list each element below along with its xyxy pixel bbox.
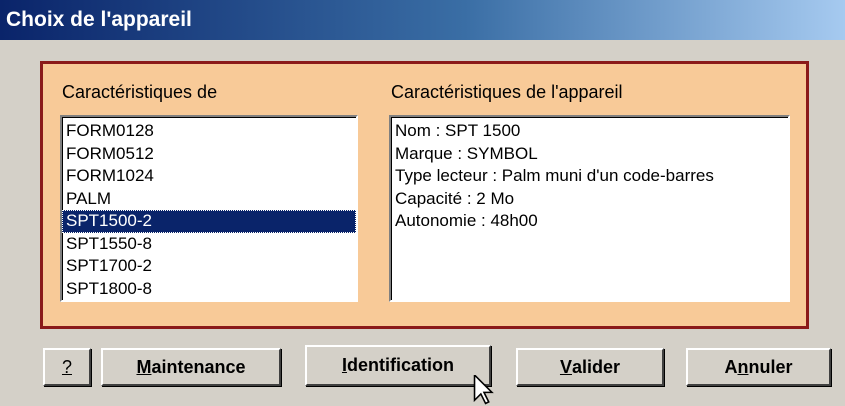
device-list-label: Caractéristiques de — [62, 82, 218, 102]
help-button[interactable]: ? — [43, 348, 91, 386]
device-list-item[interactable]: PALM — [62, 188, 356, 211]
device-detail-line: Type lecteur : Palm muni d'un code-barre… — [395, 166, 714, 185]
device-listbox[interactable]: FORM0128 FORM0512 FORM1024 PALM SPT1500-2 SPT… — [60, 115, 358, 302]
arrow-cursor-icon — [473, 375, 494, 405]
valider-label: alider — [571, 356, 621, 377]
annuler-prefix: A — [724, 356, 738, 377]
device-detail-line: Autonomie : 48h00 — [395, 211, 538, 230]
maintenance-label: aintenance — [151, 356, 246, 377]
identification-button[interactable]: Identification — [305, 345, 491, 386]
valider-accel: V — [559, 356, 572, 377]
device-list-item[interactable]: SPT1550-8 — [62, 233, 356, 256]
window-title: Choix de l'appareil — [6, 8, 192, 31]
device-list-item[interactable]: FORM1024 — [62, 165, 356, 188]
device-list-item[interactable]: SPT1700-2 — [62, 255, 356, 278]
device-list-item[interactable]: FORM0128 — [62, 120, 356, 143]
device-details-box: Nom : SPT 1500 Marque : SYMBOL Type lecteu… — [389, 115, 790, 302]
device-detail-line: Capacité : 2 Mo — [395, 188, 515, 208]
device-list-item[interactable]: SPT1800-8 — [62, 278, 356, 301]
device-detail-line: Nom : SPT 1500 — [395, 121, 521, 140]
annuler-accel: n — [737, 356, 749, 377]
maintenance-accel: M — [136, 356, 152, 377]
title-bar: Choix de l'appareil — [0, 0, 845, 40]
identification-label: dentification — [347, 355, 454, 375]
device-details-label: Caractéristiques de l'appareil — [391, 82, 623, 102]
device-list-item[interactable]: FORM0512 — [62, 143, 356, 166]
help-button-label: ? — [61, 356, 72, 377]
annuler-label: nuler — [748, 356, 793, 377]
annuler-button[interactable]: An nuler — [686, 348, 831, 386]
valider-button[interactable]: Valider — [516, 348, 664, 386]
maintenance-button[interactable]: Maintenance — [101, 348, 281, 386]
device-list-item[interactable]: SPT1500-2 — [62, 210, 356, 233]
device-detail-line: Marque : SYMBOL — [395, 143, 538, 163]
